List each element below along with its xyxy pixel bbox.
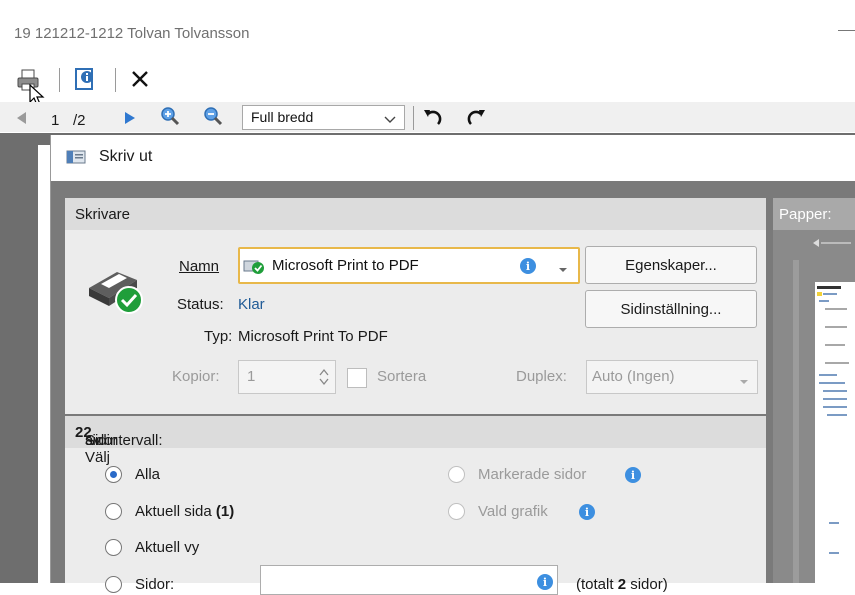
zoom-in-icon[interactable] xyxy=(158,104,182,128)
radio-all-label[interactable]: Alla xyxy=(135,466,160,483)
properties-button[interactable]: Egenskaper... xyxy=(585,246,757,284)
zoom-out-icon[interactable] xyxy=(201,104,225,128)
page-range-panel: Sidintervall: Välj 2 av 2 sidor Alla Akt… xyxy=(65,416,766,595)
info-icon[interactable]: i xyxy=(625,467,641,483)
dialog-titlebar xyxy=(51,135,855,181)
copies-value: 1 xyxy=(247,368,256,385)
preview-scroll-left-icon[interactable] xyxy=(781,236,855,252)
document-info-icon[interactable] xyxy=(70,64,100,94)
next-page-icon[interactable] xyxy=(123,110,137,126)
chevron-down-icon xyxy=(558,261,568,278)
info-icon[interactable]: i xyxy=(520,258,536,274)
duplex-select[interactable]: Auto (Ingen) xyxy=(586,360,758,394)
collate-checkbox[interactable] xyxy=(347,368,367,388)
radio-current-view-label[interactable]: Aktuell vy xyxy=(135,539,199,556)
printer-ready-icon xyxy=(83,258,153,318)
rotate-left-icon[interactable] xyxy=(420,104,446,130)
info-icon[interactable]: i xyxy=(537,574,553,590)
spinner-arrows-icon[interactable] xyxy=(319,367,329,391)
info-icon[interactable]: i xyxy=(579,504,595,520)
duplex-value: Auto (Ingen) xyxy=(592,368,675,385)
pages-total-text: (totalt 2 sidor) xyxy=(576,576,668,593)
printer-name-select[interactable]: Microsoft Print to PDF i xyxy=(238,247,580,284)
paper-preview-heading: Papper: xyxy=(779,206,832,223)
printer-name-label-text: Namn xyxy=(179,258,220,275)
zoom-select-value: Full bredd xyxy=(251,109,314,125)
current-page-number: (1) xyxy=(215,503,235,520)
paper-preview-panel: Papper: xyxy=(773,198,855,583)
pages-total-suffix: sidor) xyxy=(626,576,668,593)
minimize-button[interactable] xyxy=(838,30,855,31)
pages-total-number: 2 xyxy=(617,576,627,593)
toolbar-separator xyxy=(59,68,60,92)
duplex-label: Duplex: xyxy=(516,368,567,385)
printer-name-value: Microsoft Print to PDF xyxy=(272,257,419,274)
copies-label: Kopior: xyxy=(172,368,220,385)
page-range-heading: Sidintervall: Välj 2 av 2 sidor xyxy=(75,424,163,466)
print-dialog: Skriv ut Skrivare Namn Microsoft Print t… xyxy=(50,135,855,595)
collate-label: Sortera xyxy=(377,368,427,385)
dialog-title: Skriv ut xyxy=(99,148,153,165)
radio-selected-graphic-label[interactable]: Vald grafik xyxy=(478,503,548,520)
type-value: Microsoft Print To PDF xyxy=(238,328,388,345)
pages-range-input[interactable]: i xyxy=(260,565,558,595)
radio-all[interactable] xyxy=(105,466,122,483)
radio-marked-pages[interactable] xyxy=(448,466,465,483)
printer-app-icon xyxy=(65,146,87,168)
pdf-printer-icon xyxy=(243,257,267,279)
printer-panel: Skrivare Namn Microsoft Print to PDF i E… xyxy=(65,198,766,414)
radio-marked-pages-label[interactable]: Markerade sidor xyxy=(478,466,586,483)
radio-pages[interactable] xyxy=(105,576,122,593)
chevron-down-icon xyxy=(384,111,396,127)
status-value: Klar xyxy=(238,296,265,313)
preview-vertical-scrollbar[interactable] xyxy=(793,260,799,583)
pages-total-prefix: (totalt xyxy=(576,576,618,593)
current-page-text: Aktuell sida xyxy=(135,503,212,520)
previous-page-icon[interactable] xyxy=(14,110,28,126)
window-title: 19 121212-1212 Tolvan Tolvansson xyxy=(14,25,250,42)
page-range-panel-header: Sidintervall: Välj 2 av 2 sidor xyxy=(65,416,766,466)
zoom-select[interactable]: Full bredd xyxy=(242,105,405,130)
paper-preview-page xyxy=(815,282,855,583)
toolbar-separator xyxy=(115,68,116,92)
chevron-down-icon xyxy=(739,373,749,390)
total-pages: /2 xyxy=(73,112,86,129)
paper-preview-header: Papper: xyxy=(773,198,855,230)
rotate-right-icon[interactable] xyxy=(463,104,489,130)
toolbar-separator xyxy=(413,106,414,130)
current-page-number[interactable]: 1 xyxy=(51,112,59,129)
radio-pages-label[interactable]: Sidor: xyxy=(135,576,174,593)
close-icon[interactable] xyxy=(127,66,153,92)
radio-current-page[interactable] xyxy=(105,503,122,520)
page-setup-button[interactable]: Sidinställning... xyxy=(585,290,757,328)
status-label: Status: xyxy=(177,296,224,313)
printer-name-label: Namn xyxy=(179,258,219,275)
copies-input[interactable]: 1 xyxy=(238,360,336,394)
radio-selected-graphic[interactable] xyxy=(448,503,465,520)
printer-panel-heading: Skrivare xyxy=(75,206,131,223)
radio-current-page-label[interactable]: Aktuell sida (1) xyxy=(135,503,234,520)
page-range-heading-suffix: sidor xyxy=(85,432,118,449)
type-label: Typ: xyxy=(204,328,233,345)
printer-panel-header: Skrivare xyxy=(65,198,766,230)
radio-current-view[interactable] xyxy=(105,539,122,556)
